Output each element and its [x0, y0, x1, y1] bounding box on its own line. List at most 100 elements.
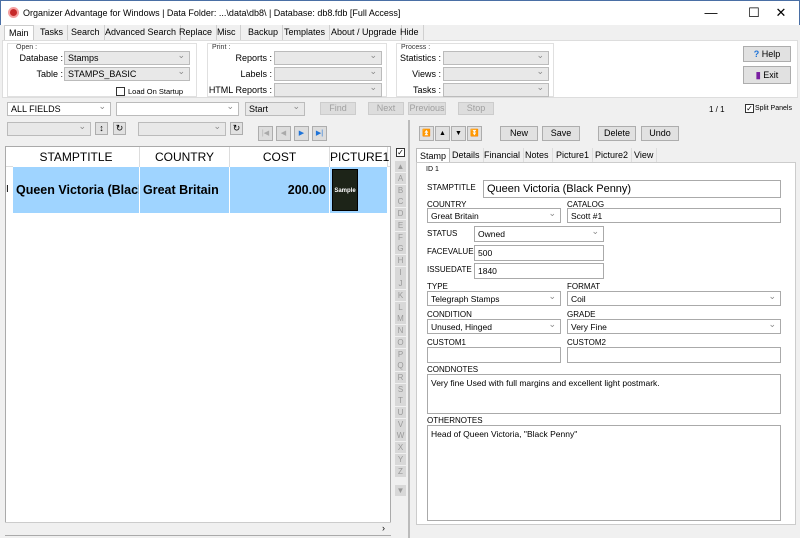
alpha-down-icon[interactable]: ▼ — [395, 485, 406, 496]
find-button[interactable]: Find — [320, 102, 356, 115]
last-record-button-icon[interactable]: ⏬ — [467, 126, 482, 141]
alpha-filter-q[interactable]: Q — [395, 360, 406, 372]
alpha-filter-b[interactable]: B — [395, 184, 406, 196]
form-tab-picture1[interactable]: Picture1 — [553, 148, 594, 162]
labels-select[interactable] — [274, 67, 382, 81]
custom2-input[interactable] — [567, 347, 781, 363]
column-header-stamptitle[interactable]: STAMPTITLE — [13, 147, 140, 167]
grade-select[interactable]: Very Fine — [567, 319, 781, 334]
sort-field-select[interactable] — [7, 122, 91, 136]
tab-backup[interactable]: Backup — [244, 25, 284, 40]
first-record-icon[interactable]: |◀ — [258, 126, 273, 141]
search-mode-select[interactable]: Start — [245, 102, 305, 116]
save-button[interactable]: Save — [542, 126, 580, 141]
column-header-cost[interactable]: COST — [230, 147, 330, 167]
alpha-filter-x[interactable]: X — [395, 442, 406, 454]
alpha-filter-g[interactable]: G — [395, 243, 406, 255]
last-record-icon[interactable]: ▶| — [312, 126, 327, 141]
alpha-filter-z[interactable]: Z — [395, 465, 406, 477]
new-button[interactable]: New — [500, 126, 538, 141]
cell-cost[interactable]: 200.00 — [230, 167, 330, 213]
condition-select[interactable]: Unused, Hinged — [427, 319, 561, 334]
split-panels-checkbox[interactable]: ✓ — [745, 104, 754, 113]
alpha-filter-t[interactable]: T — [395, 395, 406, 407]
filter-select[interactable] — [138, 122, 226, 136]
custom1-input[interactable] — [427, 347, 561, 363]
issuedate-input[interactable]: 1840 — [474, 263, 604, 279]
search-field-select[interactable]: ALL FIELDS — [7, 102, 111, 116]
next-record-button-icon[interactable]: ▼ — [451, 126, 466, 141]
column-header-picture1[interactable]: PICTURE1 — [330, 147, 389, 167]
filter-refresh-icon[interactable]: ↻ — [230, 122, 243, 135]
form-tab-financial[interactable]: Financial — [481, 148, 525, 162]
alpha-filter-r[interactable]: R — [395, 371, 406, 383]
tab-about-upgrade[interactable]: About / Upgrade — [327, 25, 402, 40]
form-tab-details[interactable]: Details — [449, 148, 484, 162]
format-select[interactable]: Coil — [567, 291, 781, 306]
tab-misc[interactable]: Misc — [213, 25, 241, 40]
alpha-filter-d[interactable]: D — [395, 208, 406, 220]
form-tab-picture2[interactable]: Picture2 — [592, 148, 633, 162]
stop-button[interactable]: Stop — [458, 102, 494, 115]
stamptitle-input[interactable]: Queen Victoria (Black Penny) — [483, 180, 781, 198]
next-record-icon[interactable]: ▶ — [294, 126, 309, 141]
alpha-filter-e[interactable]: E — [395, 219, 406, 231]
load-on-startup-checkbox[interactable] — [116, 87, 125, 96]
alpha-filter-y[interactable]: Y — [395, 453, 406, 465]
alpha-filter-o[interactable]: O — [395, 336, 406, 348]
form-tab-notes[interactable]: Notes — [522, 148, 553, 162]
alpha-filter-m[interactable]: M — [395, 313, 406, 325]
alpha-filter-p[interactable]: P — [395, 348, 406, 360]
cell-country[interactable]: Great Britain — [140, 167, 230, 213]
alpha-filter-s[interactable]: S — [395, 383, 406, 395]
delete-button[interactable]: Delete — [598, 126, 636, 141]
status-select[interactable]: Owned — [474, 226, 604, 242]
html-reports-select[interactable] — [274, 83, 382, 97]
tab-replace[interactable]: Replace — [175, 25, 218, 40]
database-select[interactable]: Stamps — [64, 51, 190, 65]
tab-main[interactable]: Main — [4, 25, 34, 40]
previous-record-button-icon[interactable]: ▲ — [435, 126, 450, 141]
cell-picture1[interactable]: Sample — [330, 167, 388, 213]
views-select[interactable] — [443, 67, 549, 81]
prev-record-icon[interactable]: ◀ — [276, 126, 291, 141]
catalog-input[interactable]: Scott #1 — [567, 208, 781, 223]
undo-button[interactable]: Undo — [641, 126, 679, 141]
tab-tasks[interactable]: Tasks — [36, 25, 69, 40]
othernotes-textarea[interactable]: Head of Queen Victoria, "Black Penny" — [427, 425, 781, 521]
country-select[interactable]: Great Britain — [427, 208, 561, 223]
minimize-button[interactable]: — — [691, 4, 731, 22]
statistics-select[interactable] — [443, 51, 549, 65]
refresh-icon[interactable]: ↻ — [113, 122, 126, 135]
alpha-filter-v[interactable]: V — [395, 418, 406, 430]
reports-select[interactable] — [274, 51, 382, 65]
tab-hide[interactable]: Hide — [396, 25, 424, 40]
alpha-filter-l[interactable]: L — [395, 301, 406, 313]
scroll-right-icon[interactable]: › — [382, 523, 385, 533]
tab-advanced-search[interactable]: Advanced Search — [101, 25, 182, 40]
horizontal-scrollbar[interactable]: › — [5, 522, 391, 535]
tab-templates[interactable]: Templates — [280, 25, 331, 40]
alpha-filter-c[interactable]: C — [395, 196, 406, 208]
splitter[interactable] — [408, 120, 410, 538]
alpha-filter-h[interactable]: H — [395, 254, 406, 266]
facevalue-input[interactable]: 500 — [474, 245, 604, 261]
alpha-filter-f[interactable]: F — [395, 231, 406, 243]
search-input[interactable] — [116, 102, 239, 116]
alpha-filter-j[interactable]: J — [395, 278, 406, 290]
cell-stamptitle[interactable]: Queen Victoria (Black Penny) — [13, 167, 140, 213]
select-all-checkbox[interactable]: ✓ — [396, 148, 405, 157]
alpha-filter-u[interactable]: U — [395, 407, 406, 418]
column-header-country[interactable]: COUNTRY — [140, 147, 230, 167]
next-button[interactable]: Next — [368, 102, 404, 115]
condnotes-textarea[interactable]: Very fine Used with full margins and exc… — [427, 374, 781, 414]
type-select[interactable]: Telegraph Stamps — [427, 291, 561, 306]
table-select[interactable]: STAMPS_BASIC — [64, 67, 190, 81]
alpha-filter-i[interactable]: I — [395, 266, 406, 278]
tasks-select[interactable] — [443, 83, 549, 97]
alpha-filter-w[interactable]: W — [395, 430, 406, 442]
help-button[interactable]: ? Help — [743, 46, 791, 62]
form-tab-stamp[interactable]: Stamp — [416, 148, 451, 162]
tab-search[interactable]: Search — [67, 25, 105, 40]
first-record-button-icon[interactable]: ⏫ — [419, 126, 434, 141]
